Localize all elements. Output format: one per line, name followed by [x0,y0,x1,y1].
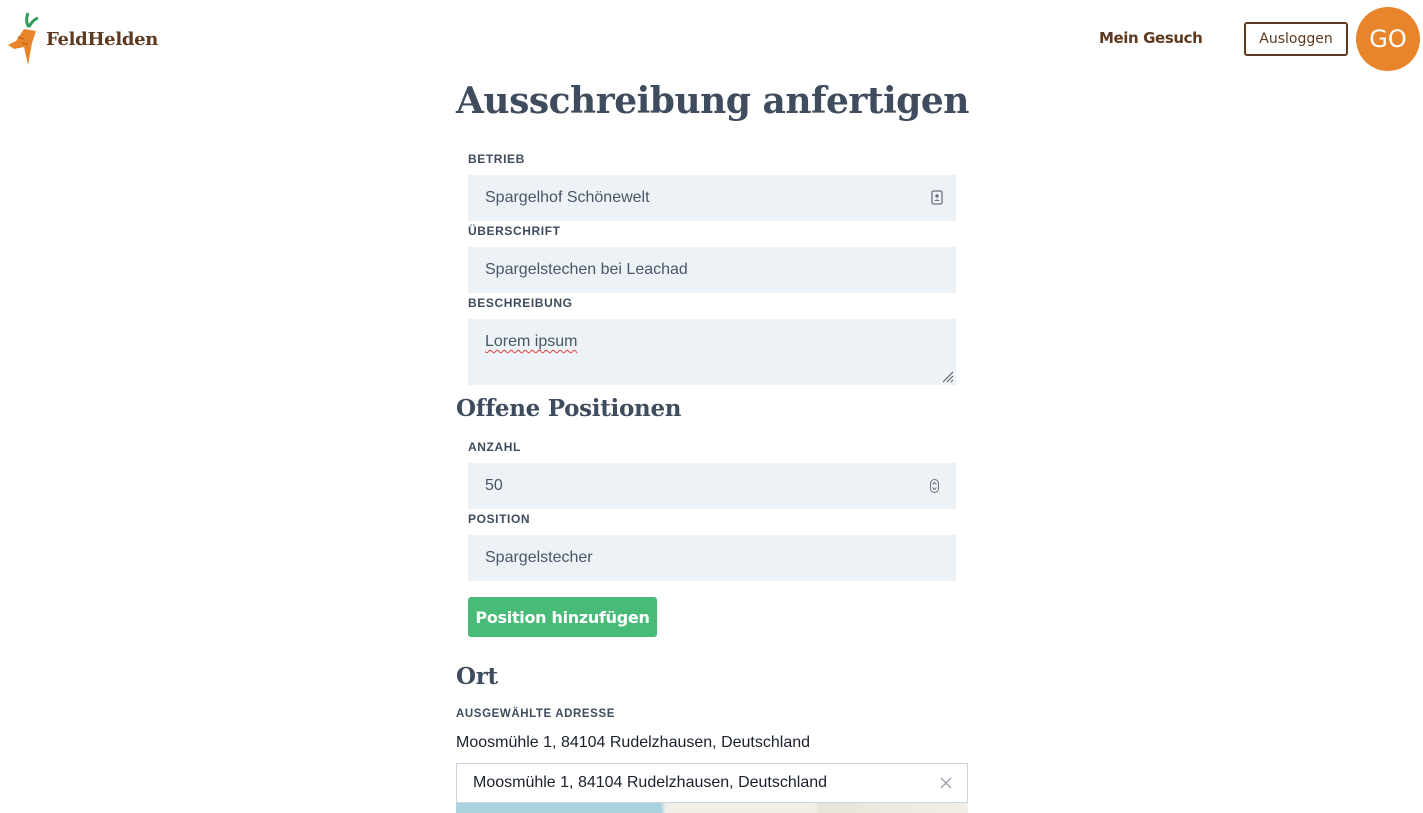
ueberschrift-input[interactable]: Spargelstechen bei Leachad [468,247,956,293]
beschreibung-value: Lorem ipsum [485,333,578,350]
address-search-value: Moosmühle 1, 84104 Rudelzhausen, Deutsch… [473,774,828,791]
selected-address-label: AUSGEWÄHLTE ADRESSE [456,708,615,720]
position-label: POSITION [468,512,531,526]
anzahl-label: ANZAHL [468,440,521,454]
nav-link-mein-gesuch[interactable]: Mein Gesuch [1099,29,1203,47]
contact-card-icon [931,190,943,205]
beschreibung-label: BESCHREIBUNG [468,296,573,310]
open-positions-heading: Offene Positionen [456,395,682,422]
avatar[interactable]: GO [1356,7,1420,71]
brand-name: FeldHelden [46,28,159,50]
betrieb-value: Spargelhof Schönewelt [485,189,650,206]
logout-button[interactable]: Ausloggen [1244,22,1348,56]
brand-logo[interactable]: FeldHelden [4,8,158,70]
location-heading: Ort [456,663,498,690]
close-icon[interactable] [939,776,953,790]
page-title: Ausschreibung anfertigen [456,80,969,122]
beschreibung-textarea[interactable]: Lorem ipsum [468,319,956,385]
resize-grip-icon[interactable] [942,371,954,383]
spinner-arrows-icon[interactable] [930,479,939,493]
betrieb-label: BETRIEB [468,152,525,166]
map-preview[interactable] [456,803,968,813]
carrot-logo-icon [8,12,39,65]
selected-address-text: Moosmühle 1, 84104 Rudelzhausen, Deutsch… [456,734,811,751]
ueberschrift-label: ÜBERSCHRIFT [468,224,561,238]
top-navigation-bar: FeldHelden Mein Gesuch Ausloggen GO [0,0,1423,78]
anzahl-value: 50 [485,477,503,494]
address-search-input[interactable]: Moosmühle 1, 84104 Rudelzhausen, Deutsch… [456,763,968,803]
add-position-button[interactable]: Position hinzufügen [468,597,657,637]
anzahl-number-input[interactable]: 50 [468,463,956,509]
ueberschrift-value: Spargelstechen bei Leachad [485,261,688,278]
position-value: Spargelstecher [485,549,593,566]
position-input[interactable]: Spargelstecher [468,535,956,581]
betrieb-select[interactable]: Spargelhof Schönewelt [468,175,956,221]
